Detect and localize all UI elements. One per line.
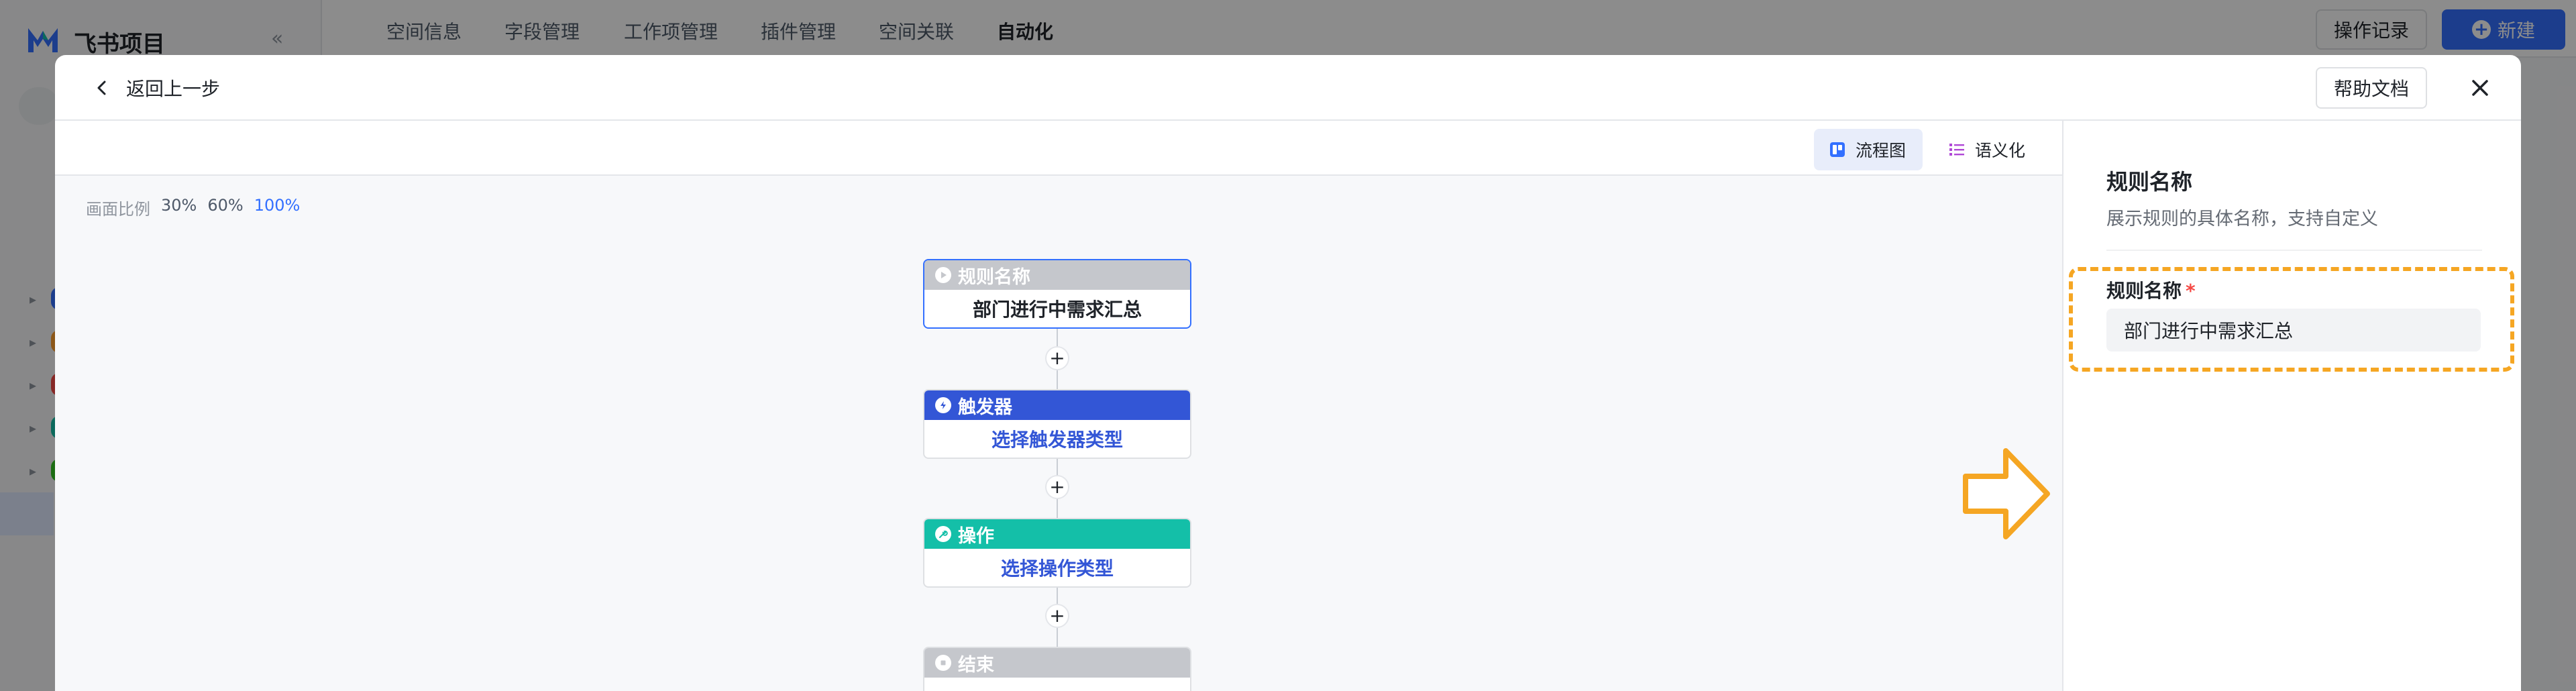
node-header: 操作 [924, 519, 1190, 549]
node-title: 操作 [958, 525, 994, 547]
trigger-node[interactable]: 触发器 选择触发器类型 [923, 389, 1191, 459]
view-toolbar: 流程图 语义化 [55, 121, 2062, 176]
node-body[interactable]: 选择操作类型 [924, 549, 1190, 586]
play-icon [935, 267, 951, 283]
node-header: 规则名称 [924, 260, 1190, 290]
automation-rule-modal: 返回上一步 帮助文档 流程图 语义化 画面比例 30% 60% 100% + +… [55, 55, 2521, 691]
divider [2106, 250, 2482, 251]
field-label-text: 规则名称 [2106, 280, 2182, 302]
node-body [924, 678, 1190, 691]
action-node[interactable]: 操作 选择操作类型 [923, 518, 1191, 588]
close-icon [2472, 80, 2488, 96]
back-label: 返回上一步 [126, 78, 221, 100]
scale-option-100[interactable]: 100% [254, 196, 301, 219]
required-mark: * [2186, 280, 2196, 302]
scale-label: 画面比例 [86, 200, 150, 219]
scale-option-60[interactable]: 60% [207, 196, 243, 219]
flow-chart-icon [1830, 142, 1845, 157]
rule-name-input[interactable] [2106, 309, 2481, 352]
semantic-view-button[interactable]: 语义化 [1933, 129, 2047, 170]
panel-title: 规则名称 [2106, 169, 2193, 195]
node-title: 触发器 [958, 396, 1012, 418]
chevron-left-icon [97, 81, 106, 95]
add-step-button[interactable]: + [1045, 604, 1069, 628]
flow-chart-view-button[interactable]: 流程图 [1814, 129, 1923, 170]
node-title: 规则名称 [958, 266, 1030, 288]
zoom-scale: 画面比例 30% 60% 100% [86, 196, 300, 219]
node-header: 结束 [924, 648, 1190, 678]
close-button[interactable] [2465, 72, 2496, 103]
node-body[interactable]: 选择触发器类型 [924, 420, 1190, 458]
flow-chart-label: 流程图 [1856, 141, 1907, 160]
help-docs-button[interactable]: 帮助文档 [2316, 67, 2427, 109]
add-step-button[interactable]: + [1045, 475, 1069, 499]
semantic-label: 语义化 [1975, 141, 2026, 160]
panel-description: 展示规则的具体名称，支持自定义 [2106, 209, 2378, 229]
stop-icon [935, 655, 951, 671]
rule-name-node[interactable]: 规则名称 部门进行中需求汇总 [923, 259, 1191, 329]
add-step-button[interactable]: + [1045, 346, 1069, 370]
node-header: 触发器 [924, 390, 1190, 420]
end-node: 结束 [923, 647, 1191, 691]
rule-settings-panel: 规则名称 展示规则的具体名称，支持自定义 规则名称 * [2062, 121, 2521, 691]
scale-option-30[interactable]: 30% [161, 196, 197, 219]
modal-header: 返回上一步 帮助文档 [55, 55, 2521, 121]
lightning-icon [935, 397, 951, 413]
flow-canvas: 画面比例 30% 60% 100% + + + 规则名称 部门进行中需求汇总 触… [55, 176, 2062, 691]
back-button[interactable]: 返回上一步 [93, 72, 220, 103]
wrench-icon [935, 526, 951, 542]
rule-name-field-label: 规则名称 * [2106, 276, 2196, 303]
list-icon [1949, 144, 1964, 156]
pointer-arrow-icon [1963, 448, 2050, 539]
node-title: 结束 [958, 654, 994, 676]
node-body: 部门进行中需求汇总 [972, 299, 1142, 321]
